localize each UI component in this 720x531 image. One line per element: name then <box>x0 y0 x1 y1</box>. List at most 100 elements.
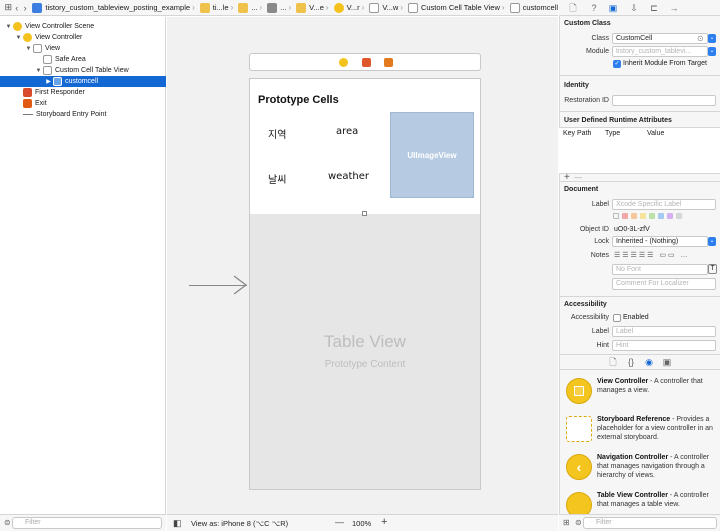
label-color-swatch[interactable] <box>649 213 655 219</box>
file-inspector-icon[interactable]: 🗋 <box>568 3 578 13</box>
label-color-swatch[interactable] <box>676 213 682 219</box>
area-label[interactable]: area <box>336 126 358 137</box>
breadcrumb-label: tistory_custom_tableview_posting_example <box>45 3 191 12</box>
view-controller-icon[interactable] <box>339 58 348 67</box>
object-id-value: uO0-3L-zfV <box>614 226 650 233</box>
outline-item[interactable]: ▼ View Controller Scene <box>0 21 166 32</box>
connections-inspector-icon[interactable]: → <box>669 3 679 13</box>
library-item[interactable]: ‹ Navigation Controller - A controller th… <box>563 451 719 487</box>
exit-icon[interactable] <box>384 58 393 67</box>
jump-bar: ⊞ ‹ › tistory_custom_tableview_posting_e… <box>0 0 558 16</box>
lock-popup[interactable]: Inherited - (Nothing) <box>612 236 708 247</box>
weather-title-label[interactable]: 날씨 <box>268 171 286 186</box>
device-selector[interactable]: View as: iPhone 8 (⌥C ⌥R) <box>191 519 288 528</box>
help-icon[interactable]: ? <box>589 3 599 13</box>
label-color-swatch[interactable] <box>613 213 619 219</box>
class-dropdown-icon[interactable]: ⌄ <box>708 34 716 43</box>
font-field[interactable]: No Font <box>612 264 708 275</box>
inherit-module-checkbox[interactable]: ✓ <box>613 60 621 68</box>
object-library-icon[interactable]: ◉ <box>644 357 654 367</box>
library-item[interactable]: View Controller - A controller that mana… <box>563 375 719 411</box>
doc-label-field[interactable]: Xcode Specific Label <box>612 199 716 210</box>
label-color-swatch[interactable] <box>631 213 637 219</box>
notes-format-toolbar[interactable]: ☰☰☰☰☰ ▭▭ … <box>614 251 718 260</box>
file-template-icon[interactable]: 🗋 <box>608 357 618 367</box>
font-picker-icon[interactable]: T <box>708 264 717 274</box>
label-color-swatch[interactable] <box>667 213 673 219</box>
breadcrumb-item[interactable]: customcell <box>509 2 558 13</box>
first-responder-icon[interactable] <box>362 58 371 67</box>
accessibility-heading: Accessibility <box>564 301 607 308</box>
disclosure-triangle-icon[interactable]: ▼ <box>14 35 23 41</box>
zoom-out-button[interactable]: — <box>335 517 344 527</box>
image-view[interactable]: UIImageView <box>390 112 474 198</box>
breadcrumb-item[interactable]: Custom Cell Table View <box>407 2 500 13</box>
outline-item[interactable]: Exit <box>0 98 166 109</box>
code-snippet-icon[interactable]: {} <box>626 357 636 367</box>
label-color-swatch[interactable] <box>622 213 628 219</box>
module-field[interactable]: tistory_custom_tablevi... <box>612 46 708 57</box>
class-arrow-icon[interactable]: ⊙ <box>697 34 704 43</box>
forward-arrow-icon[interactable]: › <box>21 3 29 13</box>
disclosure-triangle-icon[interactable]: ▼ <box>34 68 43 74</box>
breadcrumb-item[interactable]: tistory_custom_tableview_posting_example <box>32 2 191 13</box>
size-inspector-icon[interactable]: ⊏ <box>649 3 659 13</box>
acc-hint-field[interactable]: Hint <box>612 340 716 351</box>
exit-icon <box>23 99 32 108</box>
library-filter-input[interactable]: Filter <box>583 517 717 529</box>
folder-icon <box>199 2 210 13</box>
attributes-inspector-icon[interactable]: ⇩ <box>629 3 639 13</box>
type-column-header[interactable]: Type <box>605 130 620 137</box>
identity-inspector-icon[interactable]: ▣ <box>608 3 618 13</box>
folder-icon <box>296 2 307 13</box>
keypath-column-header[interactable]: Key Path <box>563 130 591 137</box>
runtime-attributes-table[interactable]: Key Path Type Value <box>559 127 720 174</box>
runtime-attributes-heading: User Defined Runtime Attributes <box>564 117 672 124</box>
file-icon <box>267 2 278 13</box>
accessibility-label: Accessibility <box>570 314 609 321</box>
back-arrow-icon[interactable]: ‹ <box>12 3 20 13</box>
outline-item[interactable]: ▼ View <box>0 43 166 54</box>
breadcrumb-separator-icon: › <box>230 3 234 12</box>
outline-item[interactable]: Storyboard Entry Point <box>0 109 166 120</box>
zoom-in-button[interactable]: + <box>381 516 387 528</box>
outline-item[interactable]: First Responder <box>0 87 166 98</box>
outline-item[interactable]: ▶ customcell <box>0 76 166 87</box>
acc-label-field[interactable]: Label <box>612 326 716 337</box>
first-responder-icon <box>23 88 32 97</box>
value-column-header[interactable]: Value <box>647 130 664 137</box>
breadcrumb-item[interactable]: V...w <box>369 2 398 13</box>
accessibility-enabled-checkbox[interactable] <box>613 314 621 322</box>
grid-icon[interactable]: ⊞ <box>4 2 12 13</box>
resize-handle[interactable] <box>362 211 367 216</box>
document-outline: ▼ View Controller Scene ▼ View Controller ▼ V… <box>0 17 166 514</box>
library-item[interactable]: Storyboard Reference - Provides a placeh… <box>563 413 719 449</box>
breadcrumb-item[interactable]: ... <box>238 2 258 13</box>
breadcrumb-item[interactable]: ... <box>267 2 286 13</box>
grid-view-icon[interactable]: ⊞ <box>563 518 570 527</box>
outline-item[interactable]: ▼ Custom Cell Table View <box>0 65 166 76</box>
breadcrumb-item[interactable]: V...e <box>296 2 324 13</box>
weather-label[interactable]: weather <box>328 171 369 182</box>
outline-toggle-icon[interactable]: ◧ <box>173 518 182 529</box>
comment-field[interactable]: Comment For Localizer <box>612 278 716 290</box>
outline-item[interactable]: Safe Area <box>0 54 166 65</box>
label-color-swatch[interactable] <box>658 213 664 219</box>
breadcrumb-item[interactable]: V...r <box>333 2 360 13</box>
label-color-swatch[interactable] <box>640 213 646 219</box>
breadcrumb-item[interactable]: ti...le <box>199 2 229 13</box>
custom-class-heading: Custom Class <box>564 20 611 27</box>
class-field[interactable]: CustomCell <box>612 33 708 44</box>
module-dropdown-icon[interactable]: ⌄ <box>708 47 716 56</box>
region-label[interactable]: 지역 <box>268 126 286 141</box>
disclosure-triangle-icon[interactable]: ▼ <box>24 46 33 52</box>
lock-dropdown-icon[interactable]: ⌄ <box>708 237 716 246</box>
disclosure-triangle-icon[interactable]: ▼ <box>4 24 13 30</box>
outline-item[interactable]: ▼ View Controller <box>0 32 166 43</box>
library-item-title: Table View Controller <box>597 492 668 499</box>
restoration-id-field[interactable] <box>612 95 716 106</box>
outline-filter-input[interactable]: Filter <box>12 517 162 529</box>
breadcrumb-separator-icon: › <box>192 3 195 12</box>
media-library-icon[interactable]: ▣ <box>662 357 672 367</box>
disclosure-triangle-icon[interactable]: ▶ <box>44 78 53 85</box>
